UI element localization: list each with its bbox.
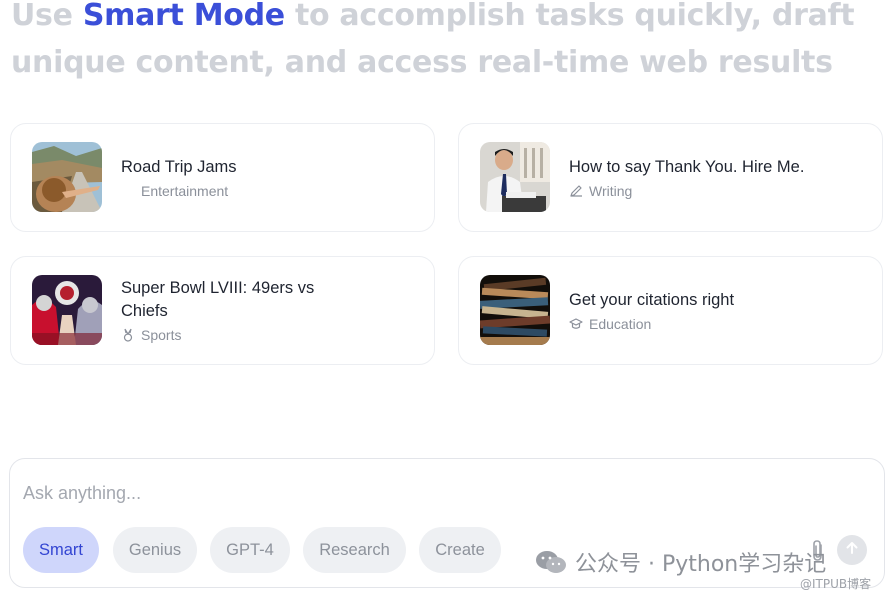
card-category: Education — [569, 316, 862, 332]
card-category-label: Entertainment — [141, 183, 229, 199]
football-photo — [32, 275, 102, 345]
card-category-label: Education — [589, 316, 652, 332]
send-button[interactable] — [837, 535, 867, 565]
office-man-thumbnail — [480, 142, 550, 212]
card-title: Get your citations right — [569, 291, 735, 309]
medal-icon — [121, 328, 135, 342]
headline-highlight: Smart Mode — [82, 0, 285, 33]
card-title: Super Bowl LVIII: 49ers vs Chiefs — [121, 279, 315, 320]
mode-create-button[interactable]: Create — [419, 527, 501, 573]
watermark: 公众号 · Python学习杂记 — [535, 546, 826, 578]
suggestion-card-super-bowl[interactable]: Super Bowl LVIII: 49ers vs Chiefs Sports — [10, 256, 435, 365]
watermark-text: 公众号 · Python学习杂记 — [575, 552, 827, 577]
road-trip-photo — [32, 142, 102, 212]
mode-research-button[interactable]: Research — [303, 527, 406, 573]
wechat-icon — [535, 549, 567, 575]
football-thumbnail — [32, 275, 102, 345]
headline: Use Smart Mode to accomplish tasks quick… — [11, 0, 871, 86]
watermark-source: @ITPUB博客 — [800, 577, 872, 591]
mode-smart-button[interactable]: Smart — [23, 527, 99, 573]
ask-input[interactable] — [23, 479, 723, 507]
books-photo — [480, 275, 550, 345]
books-thumbnail — [480, 275, 550, 345]
office-man-photo — [480, 142, 550, 212]
headline-prefix: Use — [11, 0, 83, 33]
card-category: Writing — [569, 183, 862, 199]
suggestion-card-citations[interactable]: Get your citations right Education — [458, 256, 883, 365]
pencil-icon — [569, 184, 583, 198]
mode-genius-button[interactable]: Genius — [113, 527, 197, 573]
suggestion-card-thank-you[interactable]: How to say Thank You. Hire Me. Writing — [458, 123, 883, 232]
graduation-cap-icon — [569, 317, 583, 331]
mode-gpt4-button[interactable]: GPT-4 — [210, 527, 290, 573]
card-category: Entertainment — [121, 183, 414, 199]
card-title: Road Trip Jams — [121, 158, 237, 176]
arrow-up-icon — [844, 540, 860, 561]
road-trip-thumbnail — [32, 142, 102, 212]
suggestion-card-road-trip-jams[interactable]: Road Trip Jams Entertainment — [10, 123, 435, 232]
blank-icon — [121, 184, 135, 198]
card-category: Sports — [121, 327, 414, 343]
card-title: How to say Thank You. Hire Me. — [569, 158, 805, 176]
card-category-label: Writing — [589, 183, 633, 199]
card-category-label: Sports — [141, 327, 182, 343]
